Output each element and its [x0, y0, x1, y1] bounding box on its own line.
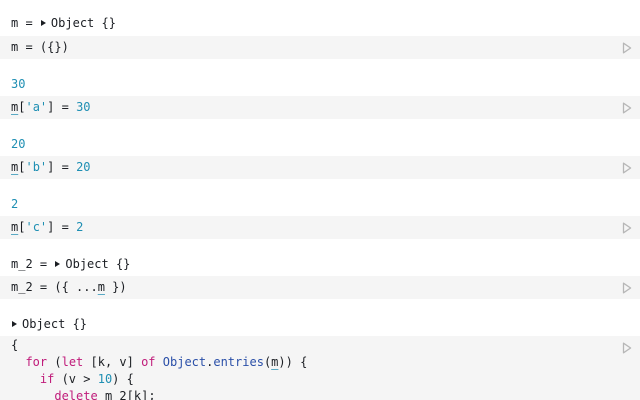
code-cell[interactable]: m['c'] = 2 [0, 216, 640, 239]
cell-output: 20 [11, 137, 26, 151]
object-inspector[interactable]: Object {} [22, 317, 87, 331]
cell-output: Object {} [11, 314, 87, 334]
play-outline-icon[interactable] [622, 222, 632, 234]
cell-output: 30 [11, 77, 26, 91]
code-cell[interactable]: m['a'] = 30 [0, 96, 640, 119]
disclosure-triangle-icon[interactable] [40, 20, 46, 26]
cell-source[interactable]: m_2 = ({ ...m }) [11, 276, 127, 298]
play-outline-icon[interactable] [622, 162, 632, 174]
cell-source[interactable]: m = ({}) [11, 36, 69, 58]
object-inspector[interactable]: Object {} [65, 257, 130, 271]
notebook: m = Object {} m = ({}) 30 m['a'] = 30 20… [0, 0, 640, 400]
play-outline-icon[interactable] [622, 102, 632, 114]
cell-source[interactable]: m['a'] = 30 [11, 96, 91, 118]
disclosure-triangle-icon[interactable] [12, 321, 17, 327]
cell-source[interactable]: { for (let [k, v] of Object.entries(m)) … [11, 337, 307, 400]
play-outline-icon[interactable] [622, 342, 632, 354]
cell-source[interactable]: m['c'] = 2 [11, 216, 83, 238]
reference-m-2[interactable]: m_2 [105, 389, 127, 400]
code-cell[interactable]: { for (let [k, v] of Object.entries(m)) … [0, 336, 640, 400]
play-outline-icon[interactable] [622, 42, 632, 54]
cell-output: m_2 = Object {} [11, 257, 131, 271]
code-cell[interactable]: m = ({}) [0, 36, 640, 59]
object-inspector[interactable]: Object {} [51, 16, 116, 30]
code-cell[interactable]: m['b'] = 20 [0, 156, 640, 179]
code-cell[interactable]: m_2 = ({ ...m }) [0, 276, 640, 299]
play-outline-icon[interactable] [622, 282, 632, 294]
variable-name: m_2 [11, 257, 33, 271]
reference-m[interactable]: m [98, 280, 105, 294]
cell-output: 2 [11, 197, 19, 211]
cell-output: m = Object {} [11, 16, 116, 30]
cell-source[interactable]: m['b'] = 20 [11, 156, 91, 178]
disclosure-triangle-icon[interactable] [55, 261, 61, 267]
